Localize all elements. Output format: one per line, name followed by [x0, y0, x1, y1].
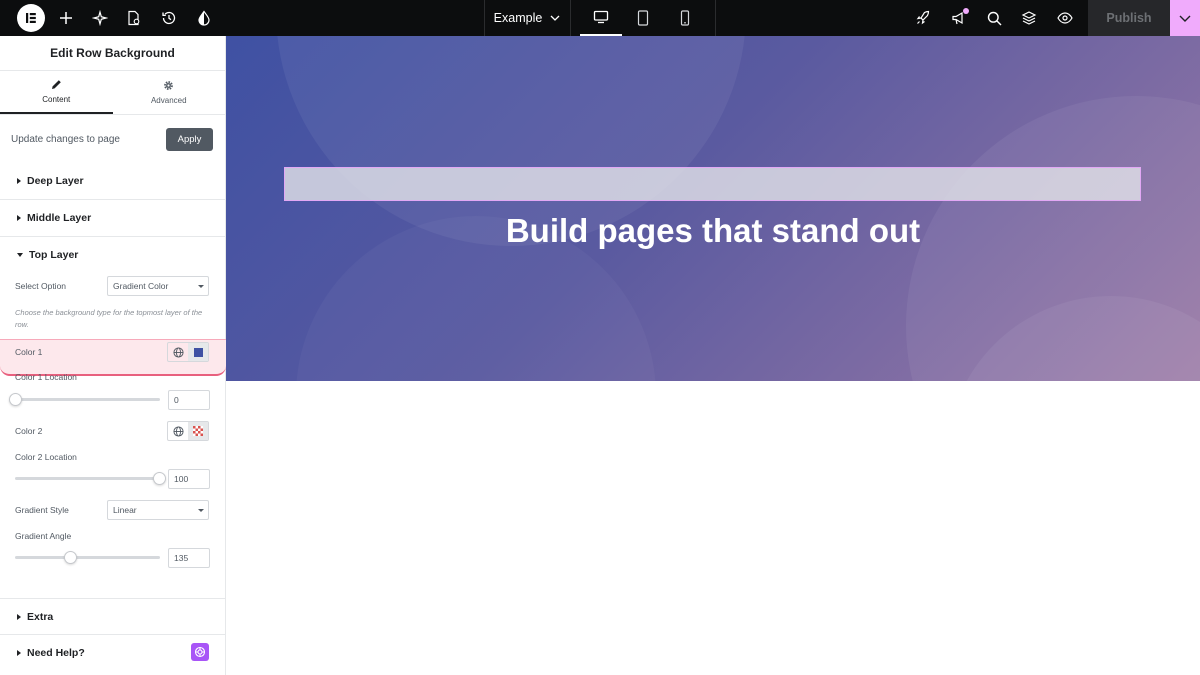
- select-option-description: Choose the background type for the topmo…: [15, 308, 203, 329]
- slider-handle[interactable]: [64, 551, 77, 564]
- color2-swatch[interactable]: [188, 422, 208, 440]
- theme-drop-icon[interactable]: [194, 8, 214, 28]
- rocket-icon[interactable]: [913, 8, 933, 28]
- section-extra[interactable]: Extra: [0, 598, 225, 635]
- section-label: Need Help?: [27, 646, 85, 659]
- slider-handle[interactable]: [9, 393, 22, 406]
- globe-icon[interactable]: [168, 422, 188, 440]
- gradient-angle-input[interactable]: 135: [168, 548, 210, 568]
- gear-icon: [163, 80, 174, 91]
- mobile-icon[interactable]: [664, 0, 706, 36]
- caret-right-icon: [17, 613, 21, 620]
- eye-icon[interactable]: [1055, 8, 1075, 28]
- color2-location-input[interactable]: 100: [168, 469, 210, 489]
- tab-advanced-label: Advanced: [150, 96, 187, 105]
- sparkle-icon[interactable]: [90, 8, 110, 28]
- globe-icon[interactable]: [168, 343, 188, 361]
- color1-location-slider[interactable]: [9, 393, 160, 406]
- dropdown-caret-icon: [198, 284, 204, 288]
- chevron-down-icon: [550, 15, 560, 21]
- apply-row: Update changes to page Apply: [0, 115, 225, 163]
- section-deep-layer[interactable]: Deep Layer: [0, 163, 225, 200]
- apply-button[interactable]: Apply: [166, 127, 213, 151]
- select-option-value: Gradient Color: [113, 281, 169, 291]
- desktop-icon[interactable]: [580, 0, 622, 36]
- publish-options-chevron-icon[interactable]: [1170, 0, 1200, 36]
- section-middle-layer[interactable]: Middle Layer: [0, 200, 225, 237]
- hero-heading[interactable]: Build pages that stand out: [226, 212, 1200, 250]
- section-label: Top Layer: [29, 248, 79, 261]
- color1-picker: [167, 342, 209, 362]
- section-label: Middle Layer: [27, 212, 92, 224]
- divider: [570, 0, 571, 36]
- page-name: Example: [493, 11, 543, 25]
- history-icon[interactable]: [159, 8, 179, 28]
- tab-content[interactable]: Content: [0, 71, 113, 114]
- divider: [715, 0, 716, 36]
- transparent-swatch-icon: [193, 426, 203, 436]
- help-icon[interactable]: [191, 643, 209, 661]
- select-option-control: Select Option Gradient Color: [15, 276, 209, 296]
- color2-location-slider[interactable]: [15, 472, 166, 485]
- layers-icon[interactable]: [1019, 8, 1039, 28]
- tab-content-label: Content: [42, 95, 71, 104]
- section-label: Extra: [27, 610, 54, 623]
- top-bar: Example Publish: [0, 0, 1200, 36]
- color2-control: Color 2: [15, 421, 209, 441]
- section-label: Deep Layer: [27, 175, 84, 187]
- tablet-icon[interactable]: [622, 0, 664, 36]
- gradient-style-value: Linear: [113, 505, 137, 515]
- caret-right-icon: [17, 215, 21, 221]
- color1-swatch-fill: [193, 347, 203, 357]
- tab-advanced[interactable]: Advanced: [113, 71, 226, 114]
- pencil-icon: [51, 79, 62, 90]
- publish-button[interactable]: Publish: [1088, 0, 1170, 36]
- section-need-help[interactable]: Need Help?: [0, 634, 225, 671]
- gradient-angle-label: Gradient Angle: [15, 531, 72, 541]
- caret-down-icon: [17, 252, 23, 257]
- page-settings-icon[interactable]: [124, 8, 144, 28]
- gradient-style-dropdown[interactable]: Linear: [107, 500, 209, 520]
- color1-location-input[interactable]: 0: [168, 390, 210, 410]
- hero-section[interactable]: Build pages that stand out: [226, 36, 1200, 381]
- select-option-dropdown[interactable]: Gradient Color: [107, 276, 209, 296]
- gradient-style-control: Gradient Style Linear: [15, 500, 209, 520]
- color2-label: Color 2: [15, 426, 43, 436]
- panel-tabs: Content Advanced: [0, 71, 225, 115]
- caret-right-icon: [17, 649, 21, 656]
- gradient-style-label: Gradient Style: [15, 505, 69, 515]
- slider-handle[interactable]: [153, 472, 166, 485]
- color1-location-label: Color 1 Location: [15, 372, 77, 382]
- color2-location-label: Color 2 Location: [15, 452, 77, 462]
- apply-text: Update changes to page: [11, 133, 120, 145]
- search-icon[interactable]: [984, 8, 1004, 28]
- color1-swatch[interactable]: [188, 343, 208, 361]
- editor-panel: Edit Row Background Content Advanced Upd…: [0, 36, 226, 675]
- dropdown-caret-icon: [198, 508, 204, 512]
- color1-label: Color 1: [15, 347, 43, 357]
- notification-dot: [963, 8, 969, 14]
- color1-control: Color 1: [15, 342, 209, 362]
- color2-picker: [167, 421, 209, 441]
- select-option-label: Select Option: [15, 281, 67, 291]
- section-top-layer[interactable]: Top Layer: [0, 237, 225, 272]
- gradient-angle-slider[interactable]: [15, 551, 160, 564]
- page-selector[interactable]: Example: [484, 0, 570, 36]
- elementor-logo-icon[interactable]: [17, 4, 45, 32]
- panel-title: Edit Row Background: [0, 36, 225, 71]
- caret-right-icon: [17, 178, 21, 184]
- plus-icon[interactable]: [56, 8, 76, 28]
- selected-element-box[interactable]: [284, 167, 1141, 201]
